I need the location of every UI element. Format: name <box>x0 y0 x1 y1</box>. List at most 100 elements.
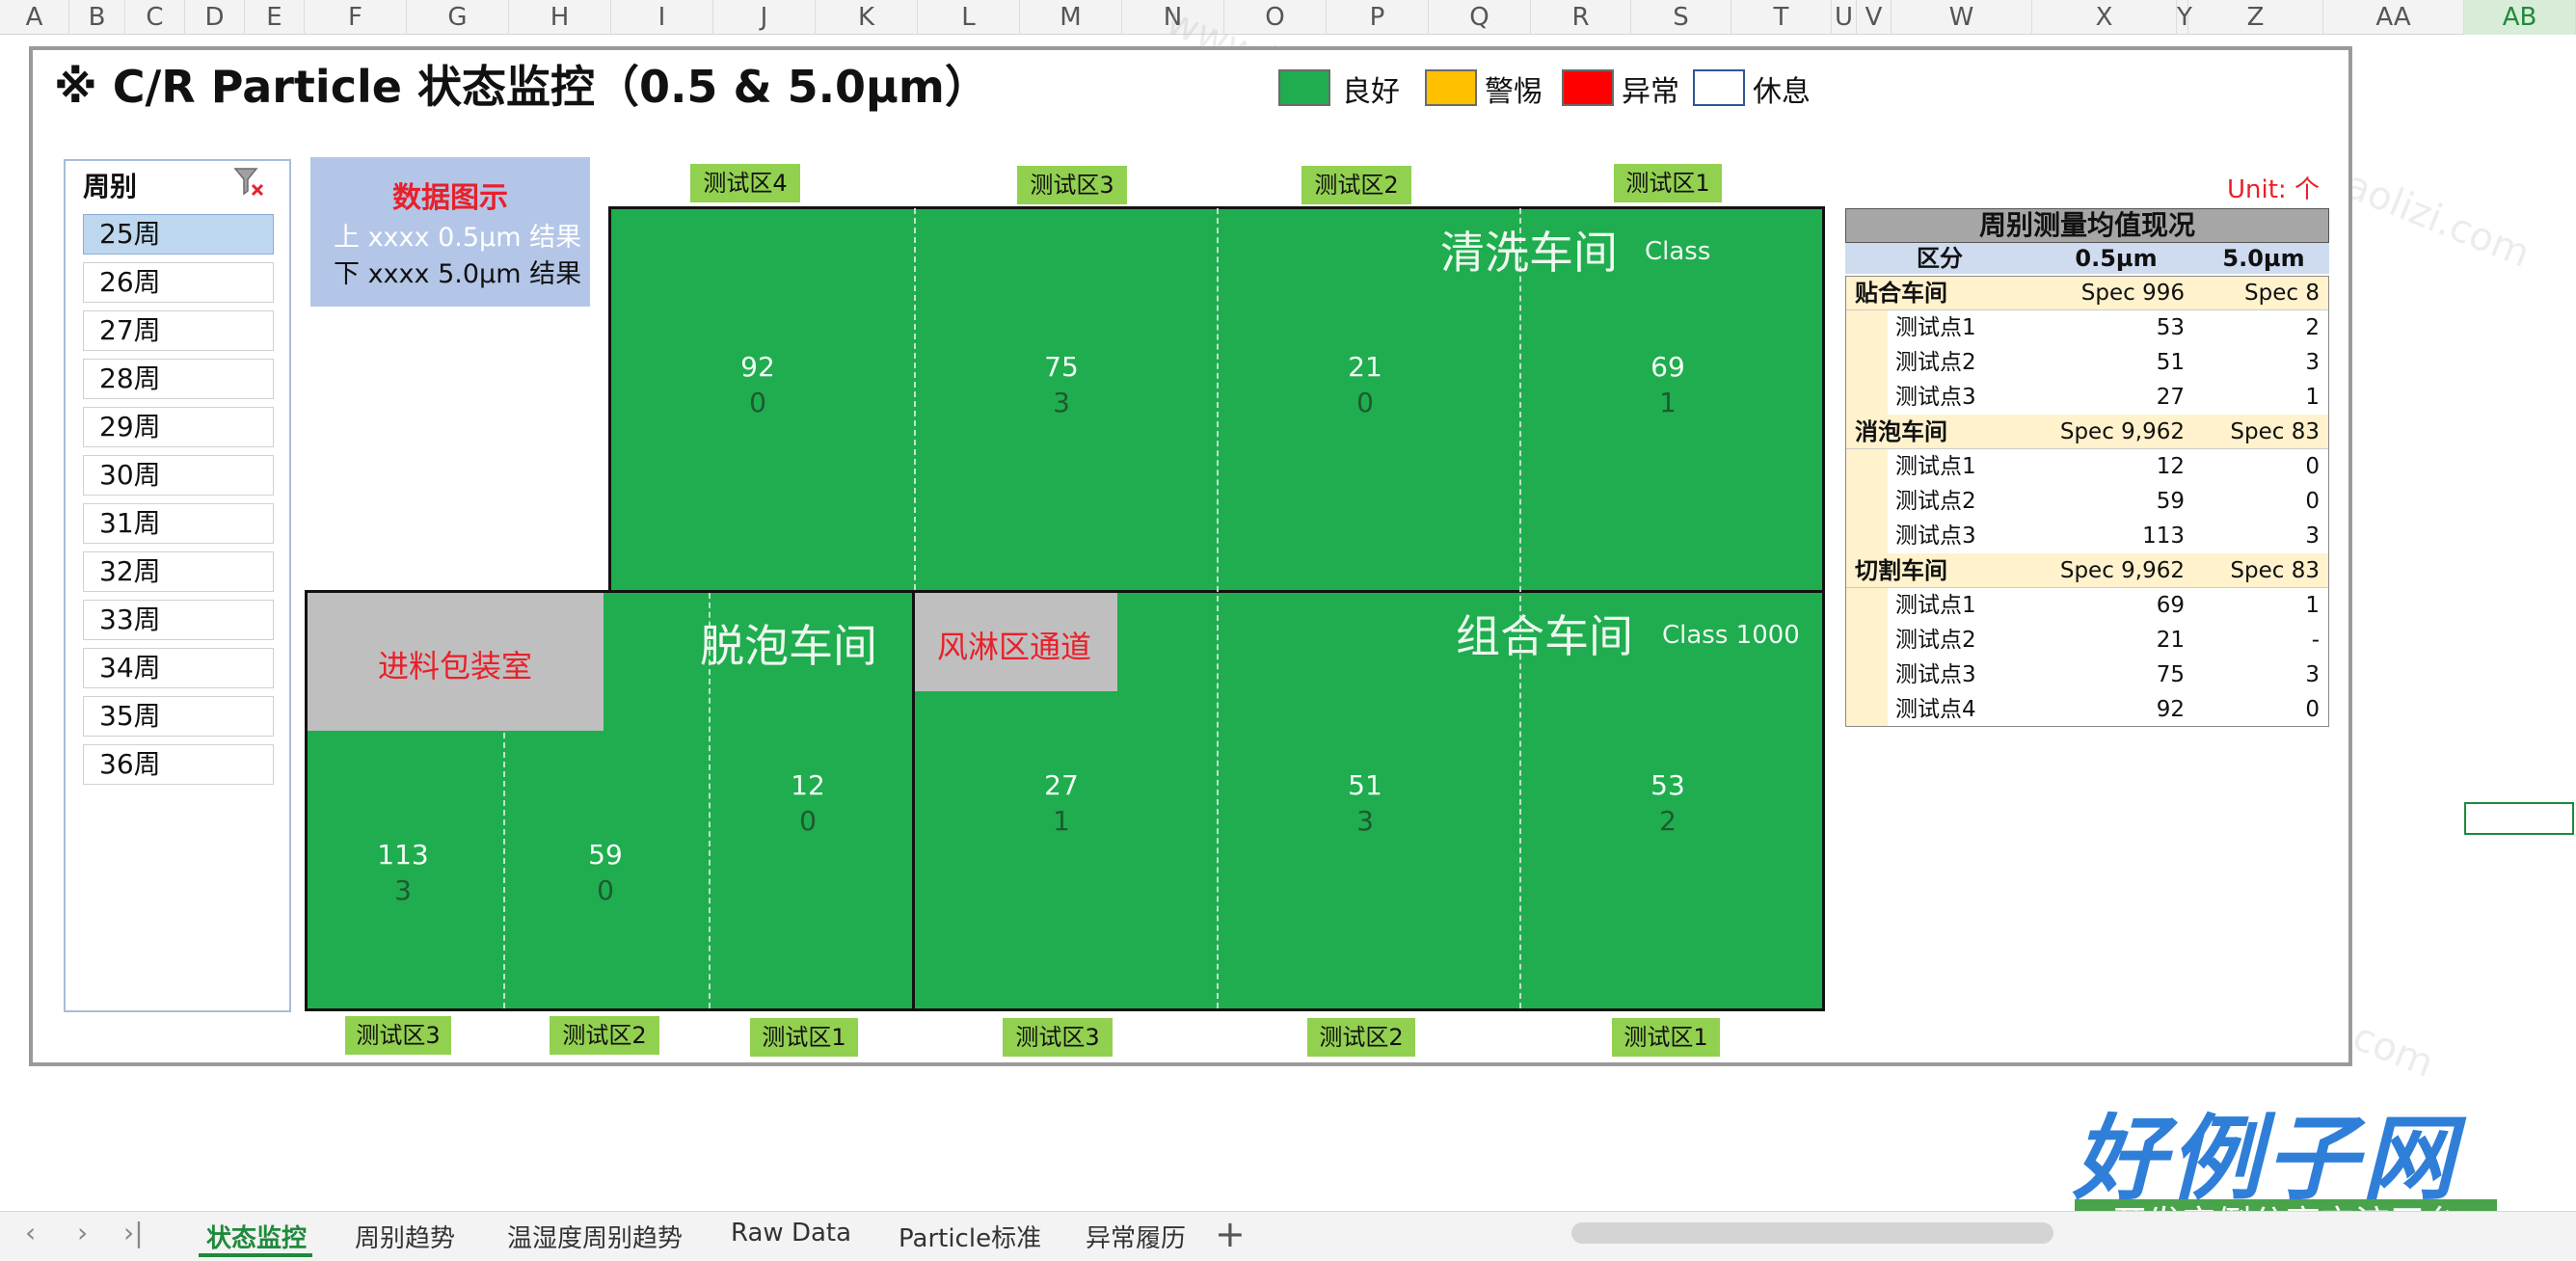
column-header[interactable]: R <box>1531 0 1631 35</box>
week-item[interactable]: 33周 <box>83 600 274 640</box>
column-header[interactable]: Z <box>2188 0 2323 35</box>
reading-5.0um: 0 <box>597 874 614 906</box>
column-header[interactable]: X <box>2032 0 2177 35</box>
week-item[interactable]: 29周 <box>83 407 274 447</box>
column-header[interactable]: H <box>509 0 611 35</box>
reading-5.0um: 3 <box>394 874 412 906</box>
table-title: 周别测量均值现况 <box>1845 208 2329 243</box>
selected-cell[interactable] <box>2464 802 2574 835</box>
reading-5.0um: 1 <box>1053 805 1070 837</box>
reading-0.5um: 27 <box>1044 769 1079 801</box>
week-item[interactable]: 27周 <box>83 310 274 351</box>
sheet-tab[interactable]: 温湿度周别趋势 <box>507 1219 683 1254</box>
zone-reading: 59 0 <box>548 837 663 908</box>
reading-5.0um: 0 <box>749 387 766 418</box>
zone-divider <box>914 208 916 590</box>
column-header[interactable]: G <box>407 0 509 35</box>
reading-5.0um: 1 <box>1659 387 1677 418</box>
zone-reading: 53 2 <box>1610 767 1726 839</box>
first-sheet-nav-icon[interactable]: ‹ <box>25 1217 36 1248</box>
week-item-selected[interactable]: 25周 <box>83 214 274 255</box>
zone-reading: 51 3 <box>1307 767 1423 839</box>
reading-0.5um: 12 <box>791 769 825 801</box>
table-header-0.5um: 0.5µm <box>2034 243 2198 274</box>
legend-swatch-abnormal <box>1562 69 1614 106</box>
zone-reading: 113 3 <box>345 837 461 908</box>
info-box-line-top: 上 xxxx 0.5µm 结果 <box>334 223 582 253</box>
reading-5.0um: 0 <box>799 805 817 837</box>
column-header[interactable]: P <box>1327 0 1429 35</box>
zone-reading: 27 1 <box>1004 767 1119 839</box>
reading-5.0um: 3 <box>1053 387 1070 418</box>
column-header[interactable]: S <box>1631 0 1731 35</box>
test-zone-tag: 测试区4 <box>690 164 800 202</box>
sheet-tab[interactable]: Raw Data <box>731 1219 851 1248</box>
column-header[interactable]: T <box>1731 0 1832 35</box>
reading-0.5um: 53 <box>1650 769 1685 801</box>
test-zone-tag: 测试区1 <box>750 1018 858 1057</box>
site-logo-title: 好例子网 <box>2073 1105 2458 1213</box>
column-header[interactable]: J <box>713 0 816 35</box>
plus-icon[interactable]: + <box>1215 1213 1246 1255</box>
zone-reading: 75 3 <box>1004 349 1119 420</box>
column-header[interactable]: D <box>185 0 245 35</box>
column-header[interactable]: V <box>1857 0 1892 35</box>
sheet-tab[interactable]: Particle标准 <box>899 1219 1041 1254</box>
zone-reading: 12 0 <box>750 767 866 839</box>
column-header[interactable]: AA <box>2323 0 2464 35</box>
column-header[interactable]: F <box>305 0 407 35</box>
test-zone-tag: 测试区3 <box>1003 1018 1113 1057</box>
sheet-tab[interactable]: 周别趋势 <box>355 1219 455 1254</box>
zone-reading: 69 1 <box>1610 349 1726 420</box>
reading-0.5um: 92 <box>740 351 775 383</box>
assembly-room-name: 组合车间 <box>1456 610 1633 662</box>
column-header[interactable]: B <box>69 0 125 35</box>
column-header-bar: A B C D E F G H I J K L M N O P Q R S T … <box>0 0 2576 35</box>
table-border <box>1845 276 2329 727</box>
column-header[interactable]: I <box>611 0 713 35</box>
page-title: ※ C/R Particle 状态监控（0.5 & 5.0µm） <box>54 61 989 113</box>
horizontal-scrollbar[interactable] <box>1571 1222 2053 1244</box>
week-item[interactable]: 31周 <box>83 503 274 544</box>
week-item[interactable]: 36周 <box>83 744 274 785</box>
info-box-line-bottom: 下 xxxx 5.0µm 结果 <box>334 259 582 289</box>
sheet-tab[interactable]: 异常履历 <box>1086 1219 1186 1254</box>
week-item[interactable]: 34周 <box>83 648 274 688</box>
column-header[interactable]: C <box>125 0 185 35</box>
table-header-5.0um: 5.0µm <box>2198 243 2329 274</box>
column-header[interactable]: E <box>245 0 305 35</box>
week-item[interactable]: 32周 <box>83 551 274 592</box>
cleaning-room-class: Class <box>1645 237 1711 266</box>
legend-swatch-caution <box>1425 69 1477 106</box>
week-item[interactable]: 30周 <box>83 455 274 496</box>
reading-0.5um: 21 <box>1348 351 1382 383</box>
reading-0.5um: 69 <box>1650 351 1685 383</box>
week-item[interactable]: 28周 <box>83 359 274 399</box>
test-zone-tag: 测试区2 <box>550 1016 659 1055</box>
sheet-tab-active[interactable]: 状态监控 <box>206 1219 307 1254</box>
legend-label-caution: 警惕 <box>1485 75 1543 109</box>
week-item[interactable]: 35周 <box>83 696 274 737</box>
column-header-selected[interactable]: AB <box>2464 0 2576 35</box>
column-header[interactable]: Q <box>1429 0 1531 35</box>
column-header[interactable]: M <box>1020 0 1122 35</box>
reading-0.5um: 75 <box>1044 351 1079 383</box>
legend-label-rest: 休息 <box>1753 75 1811 109</box>
week-item[interactable]: 26周 <box>83 262 274 303</box>
last-sheet-nav-icon[interactable]: ›| <box>123 1217 144 1248</box>
column-header[interactable]: K <box>816 0 918 35</box>
filter-clear-icon[interactable] <box>231 164 266 199</box>
reading-0.5um: 51 <box>1348 769 1382 801</box>
column-header[interactable]: L <box>918 0 1020 35</box>
feed-packing-room-label: 进料包装室 <box>378 648 533 684</box>
column-header[interactable]: W <box>1892 0 2032 35</box>
legend-swatch-good <box>1278 69 1330 106</box>
column-header[interactable]: A <box>0 0 69 35</box>
zone-reading: 21 0 <box>1307 349 1423 420</box>
info-box-title: 数据图示 <box>392 181 508 215</box>
zone-divider <box>1217 208 1219 1008</box>
test-zone-tag: 测试区1 <box>1612 1018 1720 1057</box>
column-header[interactable]: Y <box>2177 0 2192 35</box>
column-header[interactable]: U <box>1832 0 1857 35</box>
prev-sheet-nav-icon[interactable]: › <box>77 1217 88 1248</box>
